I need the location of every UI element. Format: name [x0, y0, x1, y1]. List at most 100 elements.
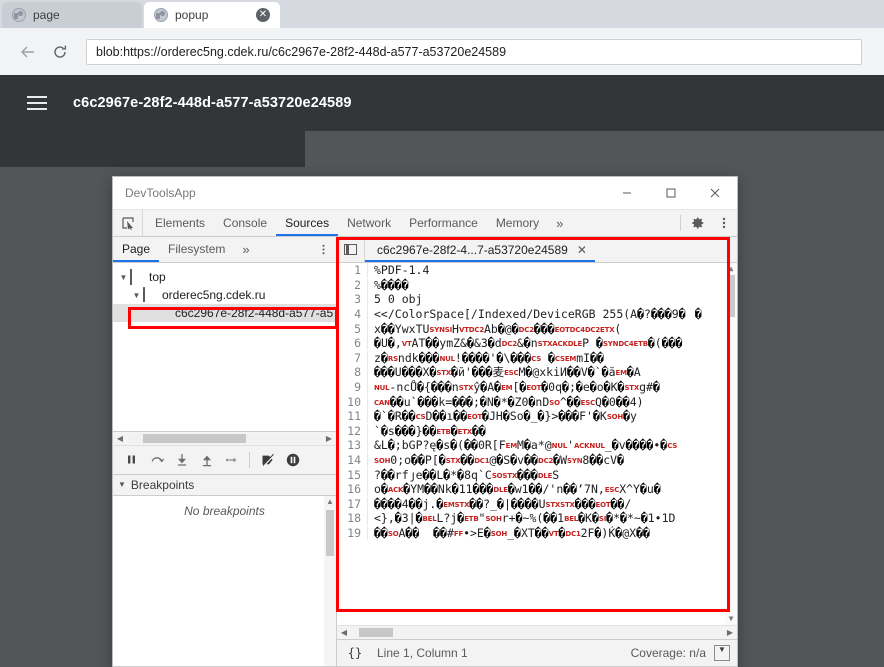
scroll-right-icon[interactable]: ▶ [324, 434, 334, 443]
replacement-character: � [487, 336, 495, 351]
control-character-badge: CS [667, 442, 678, 451]
more-options-icon[interactable] [310, 237, 336, 263]
scroll-down-icon[interactable]: ▼ [725, 613, 737, 625]
chevron-down-icon[interactable]: ▼ [118, 480, 126, 489]
browser-tab-popup[interactable]: popup ✕ [144, 2, 280, 28]
gear-icon[interactable] [685, 210, 711, 236]
replacement-character: � [553, 453, 561, 468]
replacement-character: � [387, 409, 395, 424]
chevron-down-icon[interactable]: ▼ [117, 273, 130, 282]
code-line-text: �`�R��CSD��ı��EOT�ЈH�So�_�}>���F'�KSOH�y [367, 409, 737, 424]
line-number: 9 [337, 380, 367, 395]
tab-elements[interactable]: Elements [146, 210, 214, 236]
line-number: 1 [337, 263, 367, 278]
control-character-badge: VT [548, 529, 559, 538]
control-character-badge: SOH [606, 413, 624, 422]
resume-script-execution-button[interactable] [119, 446, 144, 473]
maximize-button[interactable] [649, 177, 693, 209]
hamburger-menu-icon[interactable] [27, 96, 47, 110]
step-out-button[interactable] [194, 446, 219, 473]
globe-icon [154, 8, 168, 22]
scroll-thumb[interactable] [727, 275, 735, 317]
more-options-icon[interactable] [711, 210, 737, 236]
minimize-button[interactable] [605, 177, 649, 209]
replacement-character: �� [469, 496, 484, 511]
replacement-character: � [640, 511, 648, 526]
pause-on-exceptions-button[interactable] [280, 446, 305, 473]
navigator-horizontal-scrollbar[interactable]: ◀ ▶ [113, 430, 336, 445]
browser-toolbar: blob:https://orderec5ng.cdek.ru/c6c2967e… [0, 28, 884, 75]
scroll-right-icon[interactable]: ▶ [725, 628, 735, 637]
step-over-button[interactable] [144, 446, 169, 473]
replacement-character: � [479, 394, 487, 409]
replacement-character: ��� [417, 394, 439, 409]
tree-item-label: c6c2967e-28f2-448d-a577-a5 [175, 306, 334, 320]
tab-network[interactable]: Network [338, 210, 400, 236]
more-nav-tabs-icon[interactable]: » [234, 242, 257, 257]
replacement-character: � [451, 482, 459, 497]
back-arrow-icon[interactable] [14, 38, 42, 66]
scroll-thumb[interactable] [326, 509, 334, 556]
tab-performance[interactable]: Performance [400, 210, 487, 236]
replacement-character: ��� [418, 350, 440, 365]
code-line-text: NUL-ncŮ�{���nSTXŷ�A�EM[�EOT�0q�;�e�o�K�S… [367, 380, 737, 395]
code-line-text: ?��rfյe��L�*�8q`CSOSTX���DLES [367, 467, 737, 482]
replacement-character: �� [636, 525, 650, 540]
code-line: 2 %���� [337, 277, 737, 293]
address-bar[interactable]: blob:https://orderec5ng.cdek.ru/c6c2967e… [86, 38, 862, 65]
scroll-left-icon[interactable]: ◀ [115, 434, 125, 443]
replacement-character: �� [524, 453, 538, 468]
reload-icon[interactable] [46, 38, 74, 66]
browser-tab-page[interactable]: page [2, 2, 142, 28]
devtools-app-title: DevToolsApp [125, 186, 196, 200]
scroll-up-icon[interactable]: ▲ [725, 263, 737, 275]
tree-item-domain[interactable]: ▼ orderec5ng.cdek.ru [113, 286, 336, 304]
replacement-character: ��� [471, 365, 493, 380]
editor-tab-file[interactable]: c6c2967e-28f2-4...7-a53720e24589 ✕ [365, 237, 595, 262]
code-line: 7 z�RSndk���NUL!����'�\���CS �CSEMmI�� [337, 350, 737, 366]
replacement-character: �� [422, 423, 437, 438]
tab-sources[interactable]: Sources [276, 210, 338, 236]
scroll-up-icon[interactable]: ▲ [324, 496, 336, 508]
tab-memory[interactable]: Memory [487, 210, 548, 236]
editor-vertical-scrollbar[interactable]: ▲ ▼ [725, 263, 737, 625]
step-button[interactable] [219, 446, 244, 473]
code-line: 13 &L�;bGP?ę�s�(��0R[FEMM�a*@NUL'ACKNUL_�… [337, 438, 737, 453]
step-into-button[interactable] [169, 446, 194, 473]
tree-item-top[interactable]: ▼ top [113, 268, 336, 286]
control-character-badge: STX [458, 384, 474, 393]
scroll-track[interactable] [128, 433, 321, 443]
close-icon[interactable]: ✕ [577, 243, 587, 257]
cloud-icon [143, 287, 157, 302]
code-lines: 1 %PDF-1.4 2 %���� 3 5 0 obj 4 <</ColorSpace[/I… [337, 263, 737, 540]
devtools-window: DevToolsApp Elements Console Sources Net… [113, 177, 737, 667]
show-drawer-icon[interactable]: ▼ [714, 645, 730, 661]
pretty-print-button[interactable]: {} [343, 646, 367, 660]
nav-tab-filesystem[interactable]: Filesystem [159, 237, 234, 262]
scroll-left-icon[interactable]: ◀ [339, 628, 349, 637]
replacement-character: � [589, 380, 597, 395]
code-editor[interactable]: 1 %PDF-1.4 2 %���� 3 5 0 obj 4 <</ColorSpace[/I… [337, 263, 737, 625]
close-icon[interactable]: ✕ [256, 8, 270, 22]
breakpoints-scrollbar[interactable]: ▲ [324, 495, 336, 666]
show-navigator-icon[interactable] [337, 237, 365, 262]
code-line: 16 o�ACK�YM��Nk�11���DLE�w1��/'n��‘7N,ESC… [337, 482, 737, 497]
tab-console[interactable]: Console [214, 210, 276, 236]
close-button[interactable] [693, 177, 737, 209]
deactivate-breakpoints-button[interactable] [255, 446, 280, 473]
scroll-thumb[interactable] [359, 628, 393, 637]
breakpoints-header[interactable]: ▼ Breakpoints [113, 473, 336, 496]
chevron-down-icon[interactable]: ▼ [130, 291, 143, 300]
scroll-thumb[interactable] [143, 433, 246, 443]
control-character-badge: DC4 [569, 325, 585, 334]
inspect-element-icon[interactable] [113, 210, 143, 236]
more-tabs-icon[interactable]: » [548, 216, 571, 231]
replacement-character: � [497, 321, 505, 336]
tree-item-file[interactable]: c6c2967e-28f2-448d-a577-a5 [113, 304, 336, 322]
replacement-character: ���� [510, 496, 539, 511]
scroll-track[interactable] [352, 628, 722, 637]
control-character-badge: ACK [552, 340, 568, 349]
nav-tab-page[interactable]: Page [113, 237, 159, 262]
editor-horizontal-scrollbar[interactable]: ◀ ▶ [337, 625, 737, 639]
replacement-character: � [417, 380, 425, 395]
